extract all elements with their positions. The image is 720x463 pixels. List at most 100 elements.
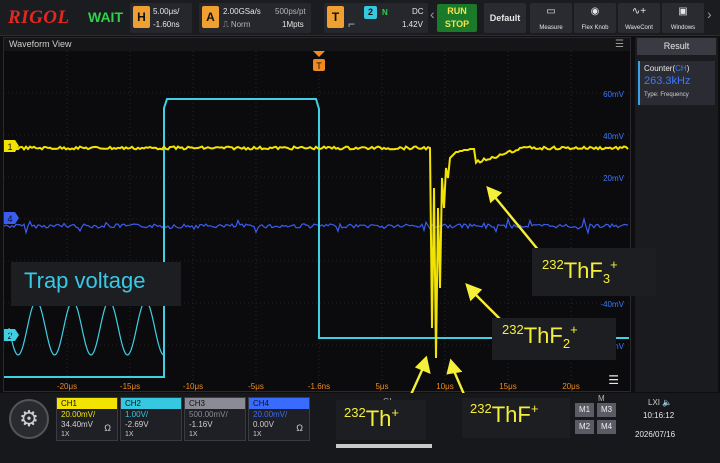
x-label: -20μs: [57, 382, 77, 391]
ch2-scale: 1.00V/: [125, 410, 149, 419]
brand-logo: RIGOL: [8, 7, 70, 28]
knob-icon: ◉: [590, 6, 600, 17]
x-label: -10μs: [183, 382, 203, 391]
ch4-trace: [4, 216, 629, 236]
svg-text:1: 1: [7, 142, 12, 152]
windows-label: Windows: [670, 25, 696, 31]
ch4-probe: 1X: [253, 431, 262, 438]
m2-button[interactable]: M2: [575, 420, 594, 434]
y-label: -40mV: [600, 300, 624, 309]
windows-button[interactable]: ▣ Windows: [662, 3, 704, 33]
ch1-header: CH1: [57, 398, 117, 409]
acquire-panel[interactable]: A 2.00GSa/s ⎍ Norm 500ps/pt 1Mpts: [199, 3, 311, 33]
collapse-list-icon[interactable]: ☰: [608, 373, 619, 387]
trigger-position-marker[interactable]: T: [312, 51, 326, 71]
ch1-marker[interactable]: 1: [4, 140, 19, 152]
counter-title: Counter(CH): [644, 64, 689, 73]
settings-gear-icon[interactable]: ⚙: [9, 399, 49, 439]
ch2-panel[interactable]: CH2 1.00V/ -2.69V 1X: [120, 397, 182, 441]
measure-button[interactable]: ▭ Measure: [530, 3, 572, 33]
trigger-channel: 2: [364, 6, 377, 19]
resolution: 500ps/pt: [275, 7, 306, 16]
thf-label: 232ThF+: [470, 401, 539, 427]
ch3-offset: -1.16V: [189, 420, 213, 429]
trigger-panel[interactable]: T 2 N DC 1.42V ⌐: [324, 3, 428, 33]
acquire-state: WAIT: [88, 9, 123, 25]
acquire-mode-label: Norm: [230, 20, 251, 29]
measure-label: Measure: [539, 25, 563, 31]
speaker-icon[interactable]: 🔈: [662, 398, 672, 407]
chevron-left-icon[interactable]: ‹: [430, 6, 435, 22]
sample-rate: 2.00GSa/s: [223, 7, 261, 16]
trap-voltage-sine: [8, 300, 165, 356]
ch2-probe: 1X: [125, 431, 134, 438]
memory-depth: 1Mpts: [282, 20, 304, 29]
trigger-level: 1.42V: [402, 20, 423, 29]
default-button[interactable]: Default: [484, 3, 526, 33]
counter-close: ): [686, 64, 690, 73]
ch3-header: CH3: [185, 398, 245, 409]
counter-type: Type: Frequency: [644, 92, 689, 98]
counter-value: 263.3kHz: [644, 75, 691, 87]
wave-icon: ∿+: [631, 6, 647, 17]
screen-bottom-handle: [336, 444, 432, 448]
ch1-impedance: Ω: [104, 423, 111, 433]
horizontal-panel[interactable]: H 5.00μs/ -1.60ns: [130, 3, 192, 33]
m1-button[interactable]: M1: [575, 403, 594, 417]
windows-icon: ▣: [678, 6, 688, 17]
x-label: 10μs: [436, 382, 454, 391]
ch1-panel[interactable]: CH1 20.00mV/ 34.40mV 1X Ω: [56, 397, 118, 441]
wavecont-button[interactable]: ∿+ WaveCont: [618, 3, 660, 33]
y-label: 20mV: [603, 174, 625, 183]
timebase: 5.00μs/: [153, 7, 180, 16]
wavecont-label: WaveCont: [625, 25, 653, 31]
waveform-view-title: Waveform View: [9, 39, 72, 49]
result-panel: Result Counter(CH) 263.3kHz Type: Freque…: [635, 37, 718, 392]
x-label: -5μs: [248, 382, 264, 391]
horizontal-offset: -1.60ns: [153, 20, 180, 29]
counter-channel: CH: [675, 64, 687, 73]
ch3-scale: 500.00mV/: [189, 410, 228, 419]
chevron-right-icon[interactable]: ›: [707, 6, 712, 22]
ch3-panel[interactable]: CH3 500.00mV/ -1.16V 1X: [184, 397, 246, 441]
clock-date: 2026/07/16: [635, 430, 676, 439]
top-toolbar: RIGOL WAIT H 5.00μs/ -1.60ns A 2.00GSa/s…: [0, 0, 720, 36]
flex-knob-label: Flex Knob: [581, 25, 609, 31]
trigger-tag: T: [327, 6, 344, 28]
ch2-header: CH2: [121, 398, 181, 409]
counter-result[interactable]: Counter(CH) 263.3kHz Type: Frequency: [638, 61, 715, 105]
x-label: 5μs: [375, 382, 388, 391]
flex-knob-button[interactable]: ◉ Flex Knob: [574, 3, 616, 33]
x-label: 15μs: [499, 382, 517, 391]
trigger-marker-label: T: [316, 61, 322, 71]
ch4-panel[interactable]: CH4 20.00mV/ 0.00V 1X Ω: [248, 397, 310, 441]
svg-text:4: 4: [7, 214, 12, 224]
acquire-tag: A: [202, 6, 219, 28]
clock-time: 10:16:12: [643, 411, 675, 420]
run-stop-button[interactable]: RUN STOP: [437, 4, 477, 32]
result-header[interactable]: Result: [637, 38, 716, 55]
stop-label: STOP: [444, 19, 470, 29]
ch4-scale: 20.00mV/: [253, 410, 288, 419]
type-label: Type:: [644, 92, 659, 98]
lxi-status: LXI 🔈: [648, 398, 672, 407]
run-label: RUN: [447, 6, 467, 16]
oscilloscope-screen: RIGOL WAIT H 5.00μs/ -1.60ns A 2.00GSa/s…: [0, 0, 720, 463]
trap-voltage-label: Trap voltage: [24, 268, 146, 293]
measure-icon: ▭: [546, 6, 556, 17]
trigger-edge-icon: ⌐: [348, 17, 356, 31]
x-label: 20μs: [562, 382, 580, 391]
ch4-marker[interactable]: 4: [4, 212, 19, 224]
ch1-offset: 34.40mV: [61, 420, 94, 429]
m4-button[interactable]: M4: [597, 420, 616, 434]
ch4-impedance: Ω: [296, 423, 303, 433]
ch3-probe: 1X: [189, 431, 198, 438]
ch1-probe: 1X: [61, 431, 70, 438]
ch2-offset: -2.69V: [125, 420, 149, 429]
m3-button[interactable]: M3: [597, 403, 616, 417]
horizontal-tag: H: [133, 6, 150, 28]
menu-icon[interactable]: ☰: [615, 39, 624, 50]
math-header: M: [598, 394, 605, 403]
th-label: 232Th+: [344, 405, 399, 431]
type-value: Frequency: [660, 92, 689, 98]
